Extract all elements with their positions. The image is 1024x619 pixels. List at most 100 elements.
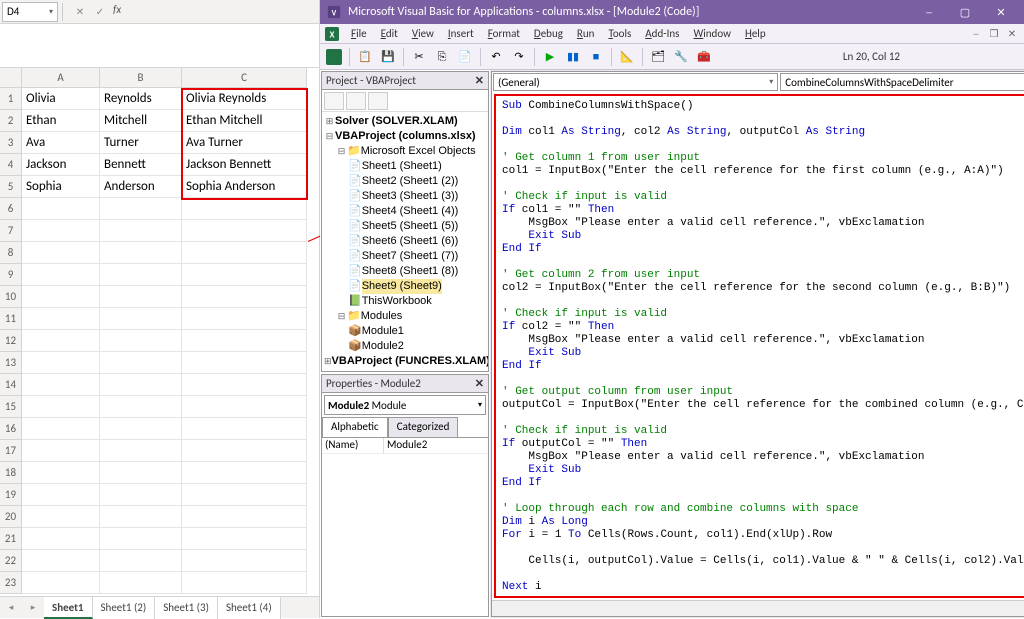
break-icon[interactable]: ▮▮	[563, 47, 583, 67]
cell[interactable]	[22, 220, 100, 242]
cell[interactable]	[22, 286, 100, 308]
cell[interactable]: Olivia	[22, 88, 100, 110]
cell[interactable]	[22, 528, 100, 550]
sheet-tab[interactable]: Sheet1 (2)	[93, 597, 156, 619]
property-value[interactable]: Module2	[384, 438, 488, 454]
cell[interactable]	[22, 308, 100, 330]
row-header[interactable]: 17	[0, 440, 22, 462]
tree-modules-folder[interactable]: Modules	[361, 309, 403, 324]
tree-funcres[interactable]: VBAProject (FUNCRES.XLAM)	[332, 354, 488, 369]
reset-icon[interactable]: ■	[586, 47, 606, 67]
cell[interactable]: Ethan	[22, 110, 100, 132]
row-header[interactable]: 22	[0, 550, 22, 572]
cell[interactable]: Mitchell	[100, 110, 182, 132]
menu-add-ins[interactable]: Add-Ins	[638, 24, 686, 44]
row-header[interactable]: 4	[0, 154, 22, 176]
cell[interactable]: Turner	[100, 132, 182, 154]
cell[interactable]	[100, 506, 182, 528]
row-header[interactable]: 13	[0, 352, 22, 374]
view-excel-icon[interactable]	[324, 47, 344, 67]
properties-icon[interactable]: 🔧	[671, 47, 691, 67]
cell[interactable]	[182, 528, 307, 550]
view-code-icon[interactable]	[324, 92, 344, 110]
cell[interactable]	[100, 440, 182, 462]
menu-run[interactable]: Run	[570, 24, 602, 44]
fx-label[interactable]: fx	[113, 3, 121, 21]
design-mode-icon[interactable]: 📐	[617, 47, 637, 67]
cell[interactable]	[182, 220, 307, 242]
menu-help[interactable]: Help	[738, 24, 773, 44]
properties-tab-alphabetic[interactable]: Alphabetic	[322, 417, 388, 437]
excel-icon[interactable]: X	[324, 26, 340, 42]
horizontal-scrollbar[interactable]	[492, 600, 1024, 616]
project-tree[interactable]: ⊞Solver (SOLVER.XLAM) ⊟VBAProject (colum…	[322, 112, 488, 371]
tree-sheet[interactable]: Sheet3 (Sheet1 (3))	[362, 189, 459, 204]
cell[interactable]	[100, 352, 182, 374]
cell[interactable]	[100, 462, 182, 484]
mdi-close-icon[interactable]: ✕	[1004, 27, 1020, 41]
sheet-tab[interactable]: Sheet1 (4)	[218, 597, 281, 619]
cell[interactable]	[100, 528, 182, 550]
tree-sheet[interactable]: Sheet9 (Sheet9)	[362, 279, 442, 294]
tree-thisworkbook[interactable]: ThisWorkbook	[362, 294, 432, 309]
object-browser-icon[interactable]: 🧰	[694, 47, 714, 67]
cell[interactable]	[22, 198, 100, 220]
row-header[interactable]: 16	[0, 418, 22, 440]
formula-bar[interactable]	[0, 24, 319, 68]
redo-icon[interactable]: ↷	[509, 47, 529, 67]
row-header[interactable]: 11	[0, 308, 22, 330]
tab-nav[interactable]: ◂▸	[0, 602, 44, 613]
check-icon[interactable]: ✓	[91, 3, 109, 21]
tree-sheet[interactable]: Sheet1 (Sheet1)	[362, 159, 442, 174]
toggle-folders-icon[interactable]	[368, 92, 388, 110]
cell[interactable]	[100, 264, 182, 286]
cell[interactable]	[22, 572, 100, 594]
tree-excel-objects[interactable]: Microsoft Excel Objects	[361, 144, 476, 159]
cell[interactable]	[100, 220, 182, 242]
cell[interactable]	[100, 330, 182, 352]
mdi-restore-icon[interactable]: ❐	[986, 27, 1002, 41]
row-header[interactable]: 9	[0, 264, 22, 286]
cell[interactable]: Reynolds	[100, 88, 182, 110]
cancel-icon[interactable]: ✕	[71, 3, 89, 21]
cell[interactable]: Ethan Mitchell	[182, 110, 307, 132]
cell[interactable]	[22, 396, 100, 418]
row-header[interactable]: 20	[0, 506, 22, 528]
cell[interactable]	[182, 418, 307, 440]
cell[interactable]	[100, 242, 182, 264]
cell[interactable]: Ava	[22, 132, 100, 154]
cell[interactable]: Ava Turner	[182, 132, 307, 154]
tree-sheet[interactable]: Sheet8 (Sheet1 (8))	[362, 264, 459, 279]
tree-sheet[interactable]: Sheet6 (Sheet1 (6))	[362, 234, 459, 249]
cell[interactable]	[22, 352, 100, 374]
row-header[interactable]: 21	[0, 528, 22, 550]
maximize-button[interactable]: ▢	[948, 2, 982, 22]
cut-icon[interactable]: ✂	[409, 47, 429, 67]
cell[interactable]: Sophia Anderson	[182, 176, 307, 198]
row-header[interactable]: 3	[0, 132, 22, 154]
row-header[interactable]: 14	[0, 374, 22, 396]
tree-module[interactable]: Module2	[362, 339, 404, 354]
mdi-minimize-icon[interactable]: ─	[968, 27, 984, 41]
view-object-icon[interactable]	[346, 92, 366, 110]
cell[interactable]	[22, 330, 100, 352]
tree-sheet[interactable]: Sheet5 (Sheet1 (5))	[362, 219, 459, 234]
procedure-dropdown[interactable]: CombineColumnsWithSpaceDelimiter▾	[780, 73, 1024, 91]
cell[interactable]	[100, 308, 182, 330]
cell[interactable]	[100, 572, 182, 594]
cell[interactable]	[22, 242, 100, 264]
cell[interactable]	[182, 242, 307, 264]
row-header[interactable]: 7	[0, 220, 22, 242]
cell[interactable]: Sophia	[22, 176, 100, 198]
row-header[interactable]: 12	[0, 330, 22, 352]
paste-icon[interactable]: 📄	[455, 47, 475, 67]
minimize-button[interactable]: ─	[912, 2, 946, 22]
row-header[interactable]: 1	[0, 88, 22, 110]
properties-tab-categorized[interactable]: Categorized	[388, 417, 459, 437]
tree-sheet[interactable]: Sheet4 (Sheet1 (4))	[362, 204, 459, 219]
menu-view[interactable]: View	[405, 24, 441, 44]
row-header[interactable]: 5	[0, 176, 22, 198]
cell[interactable]: Jackson	[22, 154, 100, 176]
menu-edit[interactable]: Edit	[374, 24, 405, 44]
menu-debug[interactable]: Debug	[527, 24, 570, 44]
